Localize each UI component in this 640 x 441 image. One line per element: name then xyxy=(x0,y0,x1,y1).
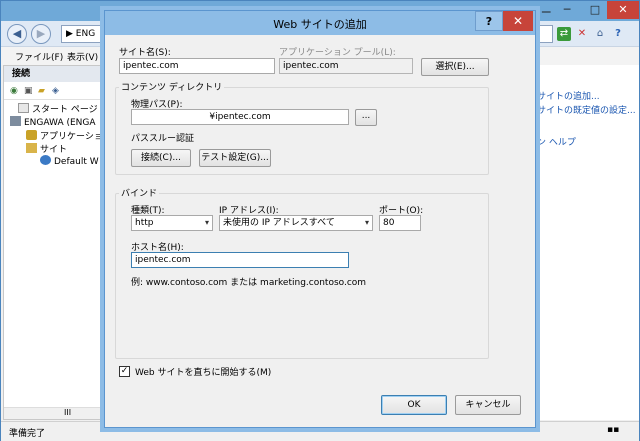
menu-view[interactable]: 表示(V) xyxy=(67,50,98,63)
address-field[interactable]: ▶ ENG xyxy=(61,25,109,43)
network-status-icon: ▪▪ xyxy=(607,425,620,435)
chevron-down-icon: ▾ xyxy=(204,218,209,227)
app-pool-field: ipentec.com xyxy=(279,58,413,74)
horizontal-scrollbar[interactable]: III xyxy=(4,407,102,419)
app-pool-icon xyxy=(26,130,37,140)
sites-folder-icon xyxy=(26,143,37,153)
connect-as-button[interactable]: 接続(C)... xyxy=(131,149,191,167)
forward-button[interactable]: ▶ xyxy=(31,24,51,44)
start-immediately-checkbox[interactable]: ✓ xyxy=(119,366,130,377)
menu-file[interactable]: ファイル(F) xyxy=(15,50,63,63)
test-settings-button[interactable]: テスト設定(G)... xyxy=(199,149,271,167)
back-button[interactable]: ◀ xyxy=(7,24,27,44)
save-icon[interactable]: ▣ xyxy=(24,86,34,96)
ok-button[interactable]: OK xyxy=(381,395,447,415)
tree-start-page[interactable]: スタート ページ xyxy=(18,102,98,115)
binding-type-select[interactable]: http ▾ xyxy=(131,215,213,231)
connections-header: 接続 xyxy=(4,66,102,82)
folder-icon[interactable]: ▰ xyxy=(38,86,48,96)
host-name-example: 例: www.contoso.com または marketing.contoso… xyxy=(131,278,367,288)
status-text: 準備完了 xyxy=(9,429,46,439)
port-input[interactable]: 80 xyxy=(379,215,421,231)
connections-pane: 接続 ◉ ▣ ▰ ◈ スタート ページ ENGAWA (ENGA アプリケーショ… xyxy=(3,65,112,420)
start-immediately-label[interactable]: Web サイトを直ちに開始する(M) xyxy=(135,365,271,378)
refresh-icon[interactable]: ⇄ xyxy=(557,27,571,41)
physical-path-input[interactable]: ¥ipentec.com xyxy=(131,109,349,125)
tree-sites[interactable]: サイト xyxy=(26,142,67,155)
home-icon[interactable]: ⌂ xyxy=(593,27,607,41)
action-add-site[interactable]: サイトの追加... xyxy=(537,89,600,102)
actions-pane: サイトの追加... サイトの既定値の設定... ン ヘルプ xyxy=(531,65,639,420)
dialog-help-button[interactable]: ? xyxy=(475,11,503,31)
tree-app-pools[interactable]: アプリケーション xyxy=(26,129,112,142)
dialog-title-bar: Web サイトの追加 ? ✕ xyxy=(105,11,535,35)
page-icon xyxy=(18,103,29,113)
address-field-end[interactable] xyxy=(533,25,553,43)
help-icon[interactable]: ? xyxy=(611,27,625,41)
minimize-button[interactable]: ─ xyxy=(553,1,581,19)
server-icon xyxy=(10,116,21,126)
iis-close-button[interactable]: ✕ xyxy=(607,1,639,19)
maximize-button[interactable]: □ xyxy=(581,1,609,19)
add-website-dialog: Web サイトの追加 ? ✕ サイト名(S): ipentec.com アプリケ… xyxy=(104,10,536,428)
pass-through-label: パススルー認証 xyxy=(131,134,195,144)
connect-icon[interactable]: ◉ xyxy=(10,86,20,96)
app-pool-label: アプリケーション プール(L): xyxy=(279,48,396,58)
content-directory-title: コンテンツ ディレクトリ xyxy=(119,80,225,93)
chevron-down-icon: ▾ xyxy=(364,218,369,227)
site-name-label: サイト名(S): xyxy=(119,48,171,58)
dialog-close-button[interactable]: ✕ xyxy=(503,11,533,31)
cancel-button[interactable]: キャンセル xyxy=(455,395,521,415)
tree-server[interactable]: ENGAWA (ENGA xyxy=(10,116,96,128)
action-help[interactable]: ン ヘルプ xyxy=(537,135,576,148)
binding-title: バインド xyxy=(119,186,160,199)
tree-default-site[interactable]: Default W xyxy=(40,155,99,167)
site-name-input[interactable]: ipentec.com xyxy=(119,58,275,74)
host-name-input[interactable]: ipentec.com xyxy=(131,252,349,268)
ip-address-select[interactable]: 未使用の IP アドレスすべて ▾ xyxy=(219,215,373,231)
action-site-defaults[interactable]: サイトの既定値の設定... xyxy=(537,103,636,116)
globe-icon xyxy=(40,155,51,165)
select-app-pool-button[interactable]: 選択(E)... xyxy=(421,58,489,76)
disconnect-icon[interactable]: ◈ xyxy=(52,86,62,96)
dialog-title: Web サイトの追加 xyxy=(273,18,367,31)
stop-icon[interactable]: ✕ xyxy=(575,27,589,41)
connections-toolbar: ◉ ▣ ▰ ◈ xyxy=(4,82,102,100)
browse-path-button[interactable]: ... xyxy=(355,109,377,126)
